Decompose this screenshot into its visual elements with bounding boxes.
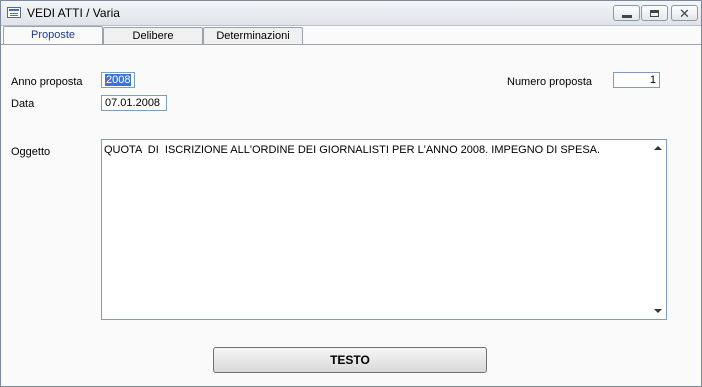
window-title: VEDI ATTI / Varia	[27, 6, 120, 20]
tab-determinazioni[interactable]: Determinazioni	[203, 27, 303, 44]
numero-proposta-label: Numero proposta	[507, 76, 592, 88]
close-icon: ✕	[679, 5, 690, 21]
data-label: Data	[11, 98, 35, 110]
tab-strip: Proposte Delibere Determinazioni	[1, 26, 701, 45]
window-app-icon[interactable]	[7, 7, 21, 18]
oggetto-text: QUOTA DI ISCRIZIONE ALL'ORDINE DEI GIORN…	[104, 144, 601, 156]
tab-divider	[1, 44, 701, 45]
anno-proposta-value: 2008	[105, 74, 132, 86]
oggetto-scrollbar[interactable]	[650, 140, 666, 319]
close-button[interactable]: ✕	[671, 5, 698, 21]
app-window: VEDI ATTI / Varia ✕ Proposte Delibere De…	[0, 0, 702, 387]
testo-button[interactable]: TESTO	[213, 347, 487, 373]
tab-proposte[interactable]: Proposte	[3, 26, 103, 45]
tab-delibere[interactable]: Delibere	[103, 27, 203, 44]
minimize-icon	[621, 14, 632, 18]
oggetto-textarea[interactable]: QUOTA DI ISCRIZIONE ALL'ORDINE DEI GIORN…	[101, 139, 667, 320]
numero-proposta-field[interactable]: 1	[613, 72, 660, 88]
oggetto-label: Oggetto	[11, 146, 51, 158]
data-field[interactable]: 07.01.2008	[101, 95, 167, 111]
minimize-button[interactable]	[613, 5, 640, 21]
anno-proposta-field[interactable]: 2008	[101, 72, 135, 88]
scroll-up-arrow-icon[interactable]	[654, 146, 662, 150]
maximize-icon	[650, 9, 659, 17]
title-bar[interactable]: VEDI ATTI / Varia ✕	[1, 1, 701, 26]
maximize-button[interactable]	[641, 5, 668, 21]
scroll-down-arrow-icon[interactable]	[654, 309, 662, 313]
anno-proposta-label: Anno proposta	[11, 76, 83, 88]
